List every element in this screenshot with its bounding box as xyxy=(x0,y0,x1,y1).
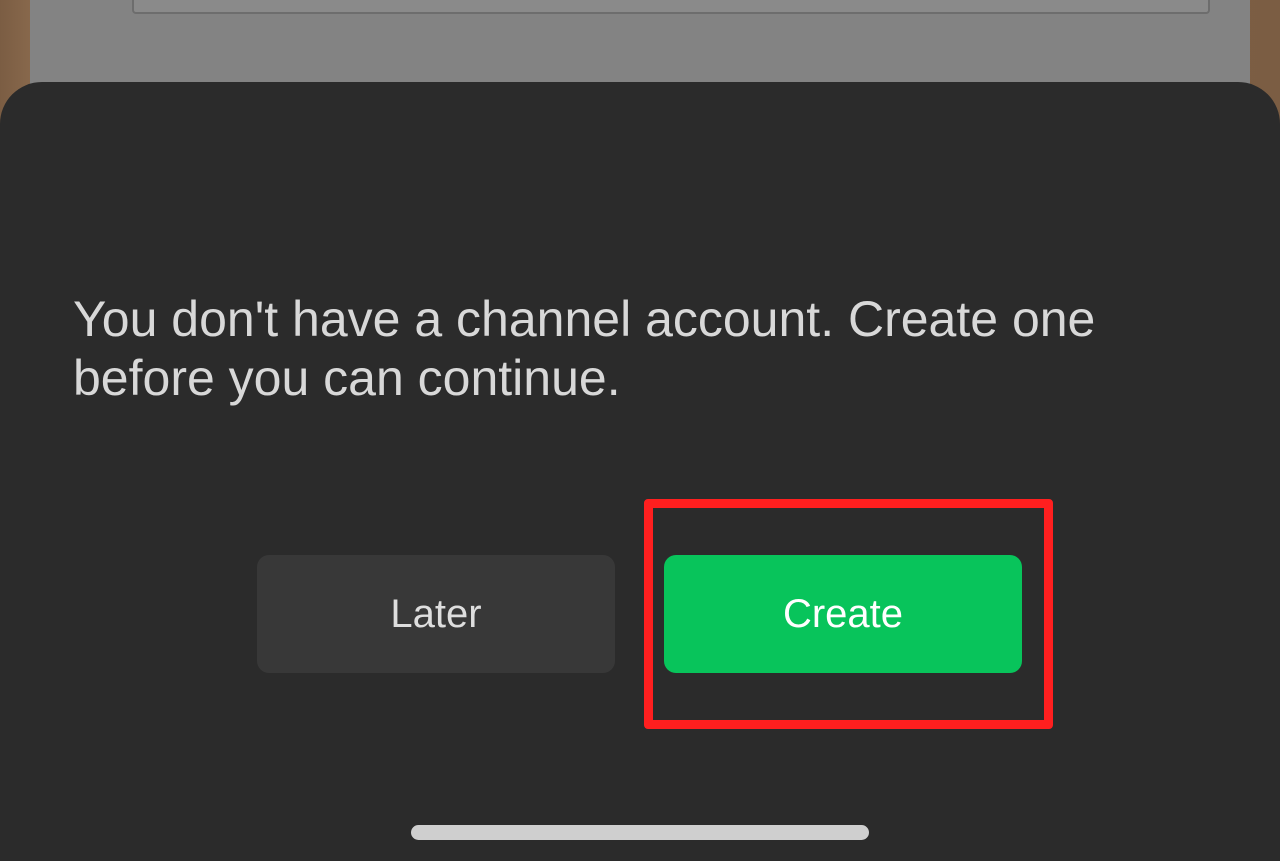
dialog-message: You don't have a channel account. Create… xyxy=(73,291,1096,406)
create-button[interactable]: Create xyxy=(664,555,1022,673)
later-button[interactable]: Later xyxy=(257,555,615,673)
channel-account-sheet: You don't have a channel account. Create… xyxy=(0,82,1280,861)
underlying-card xyxy=(132,0,1210,14)
home-indicator xyxy=(411,825,869,840)
